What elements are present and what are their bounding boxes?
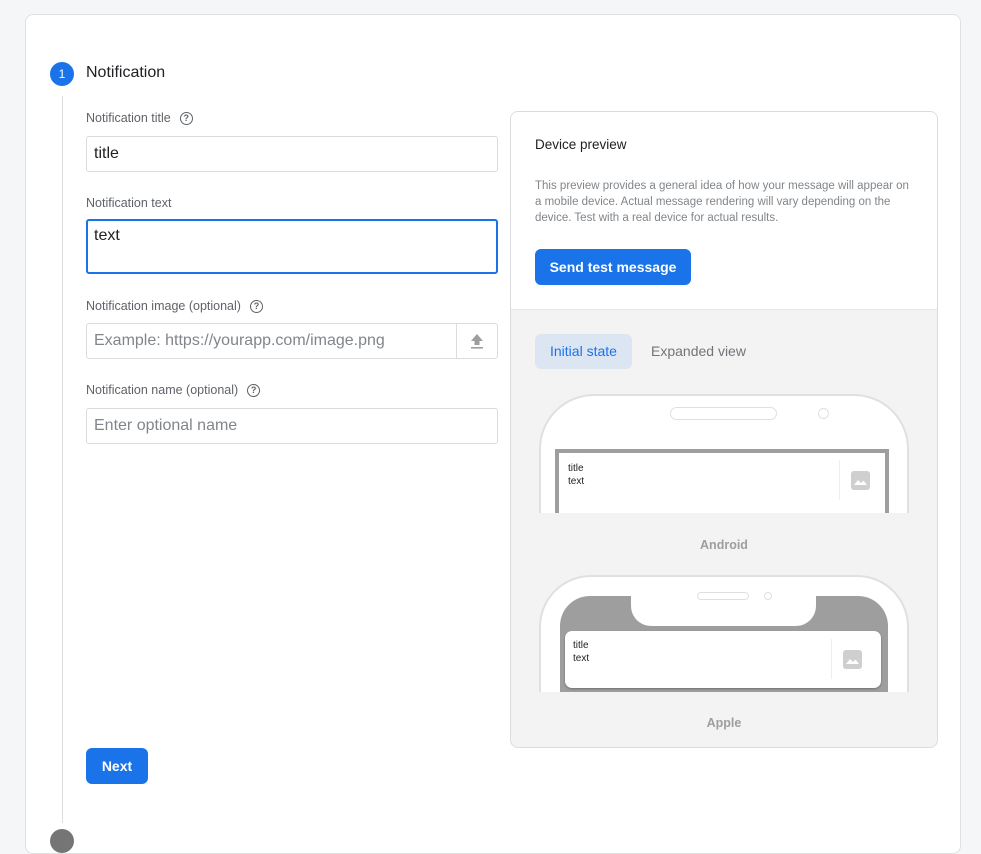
send-test-message-button[interactable]: Send test message [535,249,691,285]
step-number-badge: 1 [50,62,74,86]
notification-image-placeholder: Example: https://yourapp.com/image.png [94,332,385,349]
android-notification-title: title [568,463,584,474]
tab-expanded-view[interactable]: Expanded view [636,334,761,369]
android-label: Android [700,538,748,552]
image-icon [850,470,870,490]
notification-title-value: title [94,145,119,162]
notification-image-input[interactable]: Example: https://yourapp.com/image.png [86,323,498,359]
device-preview-panel: Device preview This preview provides a g… [510,111,938,748]
notification-name-label-text: Notification name (optional) [86,383,239,397]
apple-label: Apple [706,716,742,730]
notification-name-label: Notification name (optional) ? [86,383,261,397]
upload-icon [471,334,483,349]
device-preview-header: Device preview This preview provides a g… [511,112,937,310]
image-icon [842,649,862,669]
android-notification: title text [559,453,885,513]
android-notification-image [839,460,880,500]
tab-initial-state[interactable]: Initial state [535,334,632,369]
notification-title-label-text: Notification title [86,111,171,125]
android-device-preview: title text [539,394,909,513]
next-step-badge [50,829,74,853]
notification-text-value: text [94,227,120,244]
help-icon[interactable]: ? [249,299,263,313]
android-camera [818,408,829,419]
android-speaker [670,407,777,420]
next-button[interactable]: Next [86,748,148,784]
apple-notification-image [831,639,872,679]
apple-camera [764,592,772,600]
notification-text-label-text: Notification text [86,196,172,210]
notification-title-input[interactable]: title [86,136,498,172]
notification-text-label: Notification text [86,196,171,210]
device-preview-title: Device preview [535,137,627,152]
step-connector-line [62,96,63,823]
apple-speaker [697,592,749,600]
notification-name-input[interactable]: Enter optional name [86,408,498,444]
notification-name-placeholder: Enter optional name [94,417,238,434]
upload-image-button[interactable] [456,324,497,358]
device-preview-description: This preview provides a general idea of … [535,180,909,224]
notification-title-label: Notification title ? [86,111,193,125]
help-icon[interactable]: ? [247,383,261,397]
notification-text-input[interactable]: text [86,219,498,274]
apple-device-preview: title text [539,575,909,692]
notification-image-label: Notification image (optional) ? [86,299,263,313]
step-title: Notification [86,64,166,81]
apple-notification-title: title [573,640,589,651]
apple-notification-text: text [573,653,590,664]
apple-notification: title text [565,631,881,688]
android-notification-text: text [568,476,585,487]
notification-image-label-text: Notification image (optional) [86,299,241,313]
help-icon[interactable]: ? [179,111,193,125]
